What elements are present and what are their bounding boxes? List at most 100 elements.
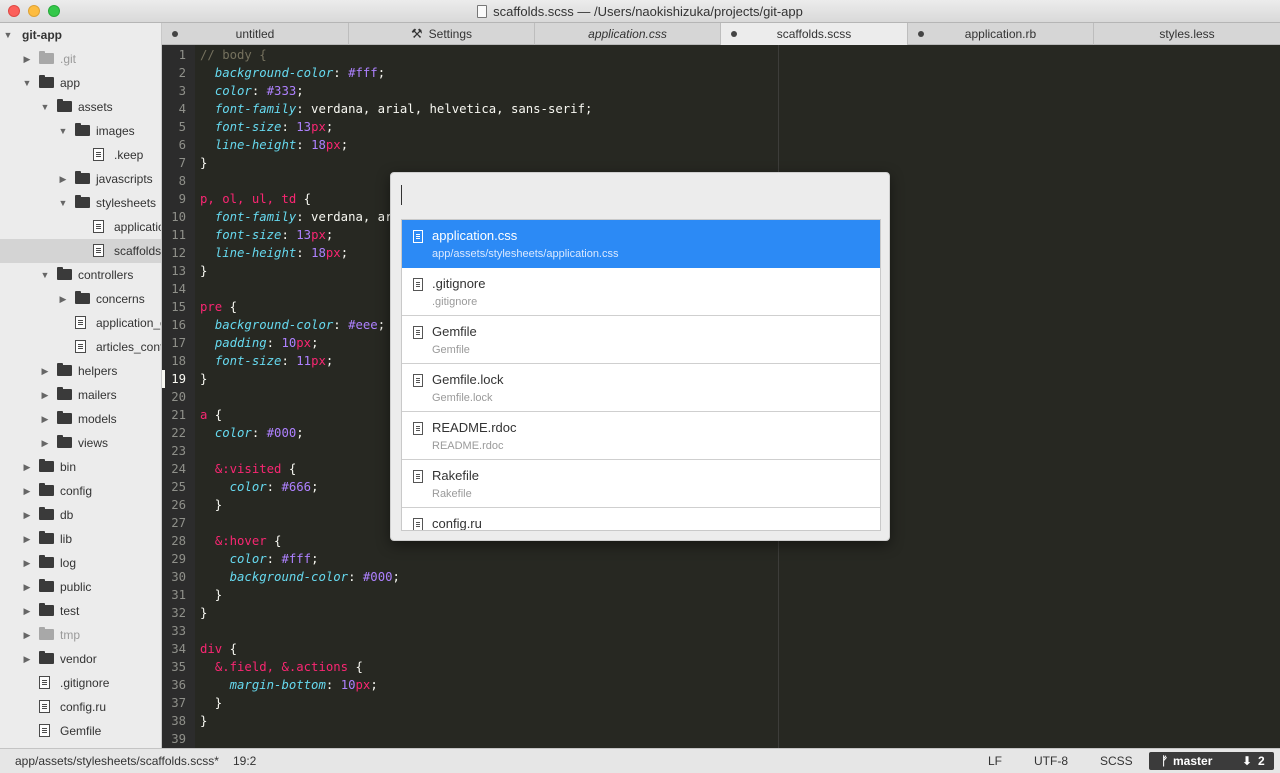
- fuzzy-finder-input[interactable]: [401, 181, 881, 209]
- tree-folder[interactable]: ▶ lib: [0, 527, 161, 551]
- chevron-right-icon[interactable]: ▶: [40, 383, 50, 407]
- code-line[interactable]: color: #000;: [200, 424, 304, 442]
- fuzzy-finder-result[interactable]: application.css app/assets/stylesheets/ap…: [402, 220, 880, 268]
- git-branch-badge[interactable]: ᚠ master ⬇ 2: [1149, 752, 1274, 770]
- tree-folder[interactable]: ▶ tmp: [0, 623, 161, 647]
- code-line[interactable]: pre {: [200, 298, 237, 316]
- tree-folder[interactable]: ▶ .git: [0, 47, 161, 71]
- tree-file[interactable]: application_controller.rb: [0, 311, 161, 335]
- chevron-right-icon[interactable]: ▶: [22, 551, 32, 575]
- tree-folder[interactable]: ▶ mailers: [0, 383, 161, 407]
- chevron-right-icon[interactable]: ▶: [58, 287, 68, 311]
- tree-folder[interactable]: ▶ models: [0, 407, 161, 431]
- tree-folder[interactable]: ▶ config: [0, 479, 161, 503]
- code-line[interactable]: &.field, &.actions {: [200, 658, 363, 676]
- tab-settings[interactable]: ⚒ Settings: [349, 23, 535, 45]
- fuzzy-finder-result[interactable]: README.rdoc README.rdoc: [402, 412, 880, 460]
- tree-file[interactable]: Gemfile: [0, 719, 161, 743]
- tree-file[interactable]: config.ru: [0, 695, 161, 719]
- code-line[interactable]: margin-bottom: 10px;: [200, 676, 378, 694]
- tree-file[interactable]: application.css: [0, 215, 161, 239]
- code-line[interactable]: &:hover {: [200, 532, 282, 550]
- tree-folder[interactable]: ▼ app: [0, 71, 161, 95]
- code-line[interactable]: }: [200, 262, 207, 280]
- tree-folder[interactable]: ▼ images: [0, 119, 161, 143]
- tree-folder[interactable]: ▶ vendor: [0, 647, 161, 671]
- status-line-ending[interactable]: LF: [988, 749, 1002, 773]
- tree-folder[interactable]: ▼ stylesheets: [0, 191, 161, 215]
- code-line[interactable]: background-color: #fff;: [200, 64, 385, 82]
- code-line[interactable]: color: #fff;: [200, 550, 319, 568]
- fuzzy-finder-result[interactable]: config.ruconfig.ru: [402, 508, 880, 530]
- code-line[interactable]: div {: [200, 640, 237, 658]
- code-line[interactable]: padding: 10px;: [200, 334, 319, 352]
- tab-application-css[interactable]: application.css: [535, 23, 721, 45]
- tree-file[interactable]: .gitignore: [0, 671, 161, 695]
- tree-folder[interactable]: ▶ log: [0, 551, 161, 575]
- tree-root[interactable]: ▼ git-app: [0, 23, 161, 47]
- tree-folder[interactable]: ▶ concerns: [0, 287, 161, 311]
- tab-application-rb[interactable]: application.rb: [908, 23, 1094, 45]
- code-line[interactable]: a {: [200, 406, 222, 424]
- status-cursor-position[interactable]: 19:2: [233, 749, 256, 773]
- chevron-right-icon[interactable]: ▶: [40, 359, 50, 383]
- chevron-right-icon[interactable]: ▶: [22, 599, 32, 623]
- chevron-right-icon[interactable]: ▶: [22, 47, 32, 71]
- tree-folder[interactable]: ▼ controllers: [0, 263, 161, 287]
- tree-folder[interactable]: ▶ db: [0, 503, 161, 527]
- tree-folder[interactable]: ▶ javascripts: [0, 167, 161, 191]
- code-line[interactable]: font-size: 11px;: [200, 352, 333, 370]
- tree-folder[interactable]: ▶ bin: [0, 455, 161, 479]
- chevron-down-icon[interactable]: ▼: [3, 23, 13, 47]
- code-line[interactable]: font-size: 13px;: [200, 118, 333, 136]
- tree-file[interactable]: .keep: [0, 143, 161, 167]
- tree-folder[interactable]: ▼ assets: [0, 95, 161, 119]
- chevron-right-icon[interactable]: ▶: [22, 527, 32, 551]
- code-line[interactable]: font-size: 13px;: [200, 226, 333, 244]
- code-line[interactable]: // body {: [200, 46, 267, 64]
- code-line[interactable]: }: [200, 694, 222, 712]
- tree-folder[interactable]: ▶ helpers: [0, 359, 161, 383]
- code-line[interactable]: p, ol, ul, td {: [200, 190, 311, 208]
- code-line[interactable]: background-color: #eee;: [200, 316, 385, 334]
- fuzzy-finder-result[interactable]: Gemfile.lock Gemfile.lock: [402, 364, 880, 412]
- fuzzy-finder-result[interactable]: Rakefile Rakefile: [402, 460, 880, 508]
- code-line[interactable]: }: [200, 604, 207, 622]
- code-line[interactable]: }: [200, 496, 222, 514]
- chevron-right-icon[interactable]: ▶: [22, 455, 32, 479]
- chevron-right-icon[interactable]: ▶: [22, 479, 32, 503]
- code-line[interactable]: line-height: 18px;: [200, 136, 348, 154]
- tree-folder[interactable]: ▶ test: [0, 599, 161, 623]
- code-line[interactable]: }: [200, 154, 207, 172]
- chevron-right-icon[interactable]: ▶: [22, 503, 32, 527]
- chevron-right-icon[interactable]: ▶: [22, 575, 32, 599]
- chevron-down-icon[interactable]: ▼: [58, 119, 68, 143]
- chevron-right-icon[interactable]: ▶: [58, 167, 68, 191]
- status-file-path[interactable]: app/assets/stylesheets/scaffolds.scss*: [15, 749, 219, 773]
- chevron-down-icon[interactable]: ▼: [40, 95, 50, 119]
- tree-folder[interactable]: ▶ public: [0, 575, 161, 599]
- fuzzy-finder-result[interactable]: Gemfile Gemfile: [402, 316, 880, 364]
- chevron-down-icon[interactable]: ▼: [40, 263, 50, 287]
- code-line[interactable]: }: [200, 586, 222, 604]
- code-line[interactable]: }: [200, 712, 207, 730]
- status-encoding[interactable]: UTF-8: [1034, 749, 1068, 773]
- tab-styles-less[interactable]: styles.less: [1094, 23, 1280, 45]
- tab-untitled[interactable]: untitled: [162, 23, 349, 45]
- chevron-right-icon[interactable]: ▶: [40, 431, 50, 455]
- tab-scaffolds-scss[interactable]: scaffolds.scss: [721, 23, 908, 45]
- chevron-down-icon[interactable]: ▼: [22, 71, 32, 95]
- tree-folder[interactable]: ▶ views: [0, 431, 161, 455]
- code-line[interactable]: color: #333;: [200, 82, 304, 100]
- code-line[interactable]: font-family: verdana, arial, helvetica, …: [200, 100, 593, 118]
- fuzzy-finder-result[interactable]: .gitignore .gitignore: [402, 268, 880, 316]
- status-grammar[interactable]: SCSS: [1100, 749, 1133, 773]
- chevron-down-icon[interactable]: ▼: [58, 191, 68, 215]
- code-line[interactable]: background-color: #000;: [200, 568, 400, 586]
- tree-file[interactable]: articles_controller.rb: [0, 335, 161, 359]
- code-line[interactable]: }: [200, 370, 207, 388]
- code-line[interactable]: color: #666;: [200, 478, 319, 496]
- chevron-right-icon[interactable]: ▶: [22, 623, 32, 647]
- chevron-right-icon[interactable]: ▶: [22, 647, 32, 671]
- code-line[interactable]: &:visited {: [200, 460, 296, 478]
